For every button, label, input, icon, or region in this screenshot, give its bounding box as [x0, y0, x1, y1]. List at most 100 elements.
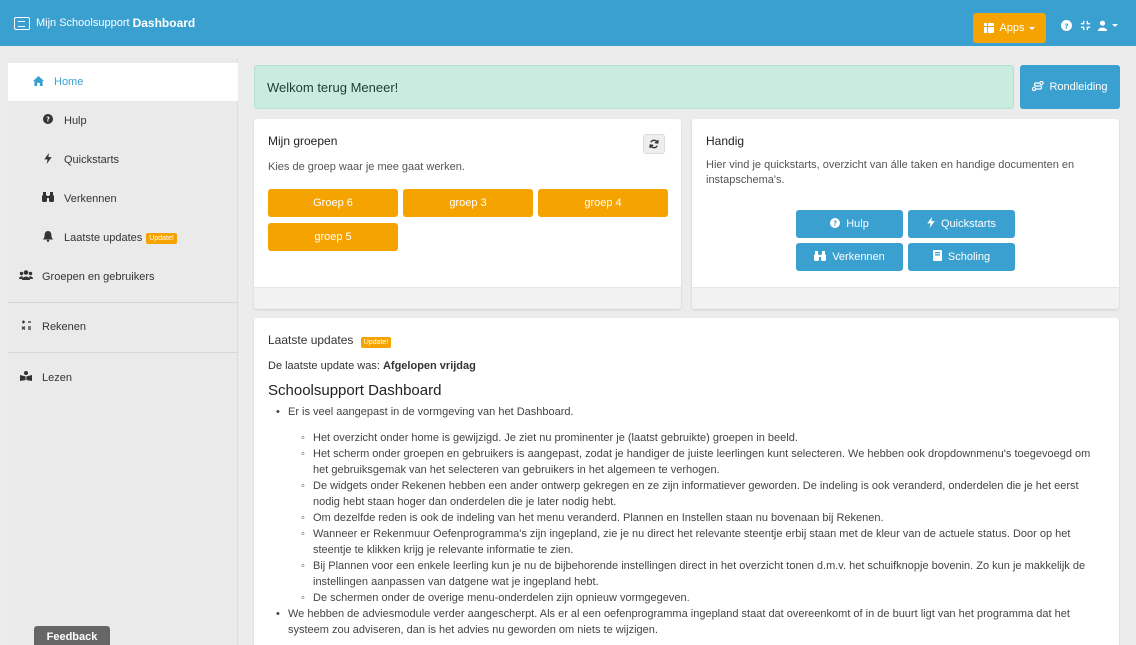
- panel-footer: [254, 287, 681, 309]
- feedback-button[interactable]: Feedback: [34, 626, 110, 645]
- handy-panel: [692, 119, 1119, 309]
- sidebar-item-label: Laatste updates: [64, 232, 143, 244]
- updates-section-title: Schoolsupport Dashboard: [268, 382, 442, 399]
- sub-list-item: ◦ De widgets onder Rekenen hebben een an…: [301, 480, 1079, 508]
- sidebar-divider: [8, 302, 238, 303]
- dashboard-logo-icon: [14, 16, 30, 30]
- group-button-groep-4[interactable]: groep 4: [538, 189, 668, 217]
- sidebar-item-label: Groepen en gebruikers: [42, 270, 155, 283]
- updates-title: Laatste updates: [268, 333, 354, 347]
- tour-label: Rondleiding: [1049, 81, 1108, 93]
- svg-text:?: ?: [833, 219, 837, 227]
- welcome-text: Welkom terug Meneer!: [267, 79, 399, 95]
- brand-prefix: Mijn Schoolsupport: [36, 17, 130, 29]
- last-update-value: Afgelopen vrijdag: [382, 360, 476, 372]
- sub-list-item-text: Om dezelfde reden is ook de indeling van…: [313, 512, 884, 524]
- sub-list-item: ◦ De schermen onder de overige menu-onde…: [301, 592, 690, 604]
- sidebar-item-quickstarts[interactable]: Quickstarts: [40, 153, 119, 167]
- list-item: • We hebben de adviesmodule verder aange…: [276, 608, 1070, 636]
- button-label: Quickstarts: [940, 218, 996, 230]
- apps-dropdown-button[interactable]: Apps: [973, 13, 1046, 43]
- reading-icon: [18, 371, 34, 384]
- handy-hulp-button[interactable]: ? Hulp: [796, 210, 903, 238]
- bolt-icon: [40, 153, 56, 167]
- binoculars-icon: [814, 250, 827, 264]
- help-icon[interactable]: ?: [1061, 20, 1072, 31]
- sub-list-item-text: Het scherm onder groepen en gebruikers i…: [313, 448, 1091, 476]
- sidebar-item-groepen-en-gebruikers[interactable]: Groepen en gebruikers: [18, 270, 155, 283]
- sub-list-item-text: Wanneer er Rekenmuur Oefenprogramma's zi…: [313, 528, 1071, 556]
- update-badge: Update!: [146, 232, 177, 244]
- sidebar-item-laatste-updates[interactable]: Laatste updates Update!: [40, 231, 177, 245]
- sidebar: [0, 46, 238, 645]
- sub-list-item: ◦ Om dezelfde reden is ook de indeling v…: [301, 512, 884, 524]
- sidebar-divider: [8, 352, 238, 353]
- route-icon: [1032, 80, 1045, 94]
- refresh-icon: [649, 139, 659, 149]
- binoculars-icon: [40, 192, 56, 205]
- sidebar-item-lezen[interactable]: Lezen: [18, 371, 72, 384]
- update-badge: Update!: [360, 337, 392, 348]
- grid-icon: [984, 23, 995, 33]
- last-update-prefix: De laatste update was:: [268, 360, 380, 372]
- apps-label: Apps: [999, 22, 1025, 34]
- user-menu-icon[interactable]: [1097, 20, 1118, 31]
- sub-list-item: ◦ Wanneer er Rekenmuur Oefenprogramma's …: [301, 528, 1071, 556]
- panel-footer: [692, 287, 1119, 309]
- group-button-groep-3[interactable]: groep 3: [403, 189, 533, 217]
- groups-subtitle: Kies de groep waar je mee gaat werken.: [268, 161, 465, 173]
- list-item: • Er is veel aangepast in de vormgeving …: [276, 406, 574, 418]
- calculator-icon: [18, 320, 34, 333]
- home-icon: [30, 75, 46, 89]
- bell-icon: [40, 231, 56, 245]
- group-button-groep-6[interactable]: Groep 6: [268, 189, 398, 217]
- sidebar-item-label: Lezen: [42, 371, 72, 384]
- caret-down-icon: [1112, 24, 1118, 27]
- sub-list-item: ◦ Het scherm onder groepen en gebruikers…: [301, 448, 1091, 476]
- sidebar-item-label: Quickstarts: [64, 154, 120, 166]
- handy-text: Hier vind je quickstarts, overzicht van …: [706, 159, 1075, 186]
- sidebar-item-hulp[interactable]: ? Hulp: [40, 114, 87, 127]
- svg-text:?: ?: [1064, 21, 1068, 30]
- handy-title: Handig: [706, 134, 745, 148]
- handy-scholing-button[interactable]: Scholing: [908, 243, 1015, 271]
- sidebar-item-label: Hulp: [64, 114, 87, 127]
- refresh-button[interactable]: [643, 134, 665, 154]
- list-item-text: We hebben de adviesmodule verder aangesc…: [288, 608, 1070, 636]
- groups-title: Mijn groepen: [268, 134, 338, 148]
- top-navbar: Mijn Schoolsupport Dashboard Apps ?: [0, 0, 1136, 46]
- sidebar-item-label: Rekenen: [42, 320, 87, 333]
- question-circle-icon: ?: [830, 217, 841, 231]
- sub-list-item: ◦ Bij Plannen voor een enkele leerling k…: [301, 560, 1086, 588]
- sidebar-item-label: Home: [54, 76, 84, 88]
- users-icon: [18, 270, 34, 283]
- group-button-groep-5[interactable]: groep 5: [268, 223, 398, 251]
- sidebar-item-rekenen[interactable]: Rekenen: [18, 320, 86, 333]
- expand-icon[interactable]: [1080, 20, 1091, 31]
- brand-link[interactable]: Mijn Schoolsupport Dashboard: [14, 0, 195, 46]
- tour-button[interactable]: Rondleiding: [1020, 65, 1120, 109]
- brand-bold: Dashboard: [132, 16, 196, 30]
- sidebar-item-label: Verkennen: [64, 192, 117, 205]
- button-label: Verkennen: [832, 251, 885, 263]
- list-item-text: Er is veel aangepast in de vormgeving va…: [288, 406, 574, 418]
- sidebar-item-home[interactable]: Home: [8, 63, 238, 101]
- sub-list-item-text: Bij Plannen voor een enkele leerling kun…: [313, 560, 1086, 588]
- last-update-line: De laatste update was: Afgelopen vrijdag: [268, 359, 476, 374]
- sub-list-item: ◦ Het overzicht onder home is gewijzigd.…: [301, 432, 798, 444]
- welcome-banner: Welkom terug Meneer!: [254, 65, 1014, 109]
- question-circle-icon: ?: [40, 114, 56, 127]
- button-label: Hulp: [846, 218, 869, 230]
- sub-list-item-text: Het overzicht onder home is gewijzigd. J…: [313, 432, 798, 444]
- handy-quickstarts-button[interactable]: Quickstarts: [908, 210, 1015, 238]
- sidebar-item-verkennen[interactable]: Verkennen: [40, 192, 117, 205]
- caret-down-icon: [1028, 26, 1035, 30]
- bolt-icon: [927, 217, 935, 231]
- sub-list-item-text: De schermen onder de overige menu-onderd…: [313, 592, 690, 604]
- sub-list-item-text: De widgets onder Rekenen hebben een ande…: [313, 480, 1079, 508]
- updates-title-row: Laatste updates Update!: [268, 333, 392, 348]
- button-label: Scholing: [947, 251, 991, 263]
- handy-verkennen-button[interactable]: Verkennen: [796, 243, 903, 271]
- book-icon: [932, 250, 942, 264]
- svg-text:?: ?: [46, 116, 50, 124]
